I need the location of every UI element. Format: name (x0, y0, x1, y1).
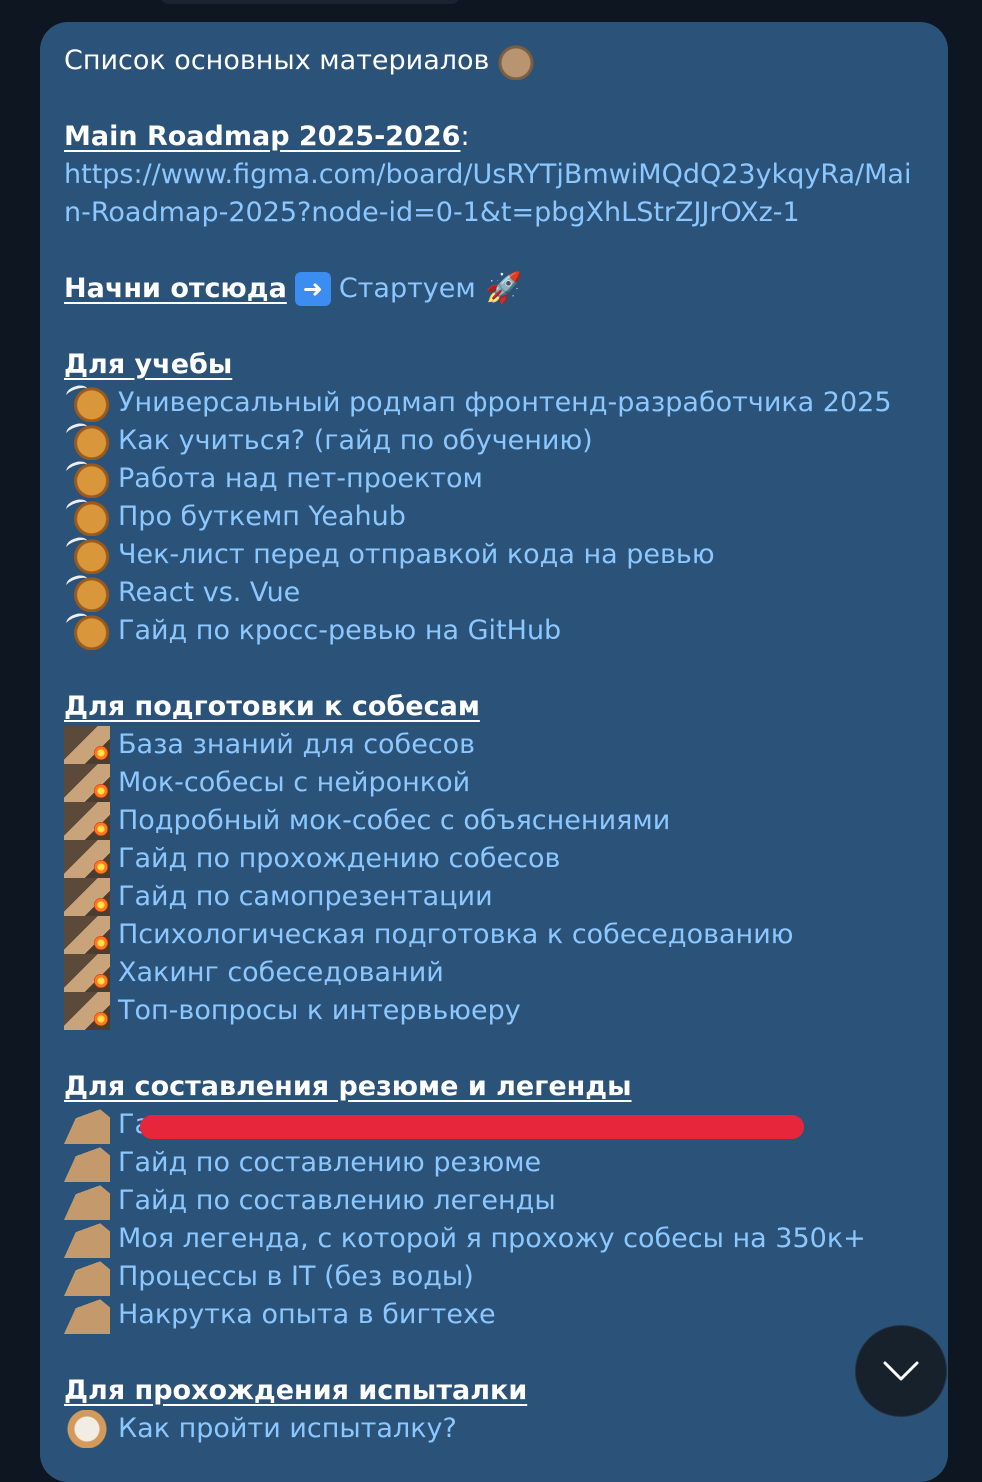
study-link[interactable]: Гайд по кросс-ревью на GitHub (118, 612, 561, 650)
resume-link[interactable]: Гайд по составлению легенды (118, 1182, 556, 1220)
interviews-link[interactable]: Хакинг собеседований (118, 954, 444, 992)
start-label: Начни отсюда (64, 273, 287, 304)
interviews-link[interactable]: Психологическая подготовка к собеседован… (118, 916, 793, 954)
study-link[interactable]: Про буткемп Yeahub (118, 498, 406, 536)
roadmap-link[interactable]: https://www.figma.com/board/UsRYTjBmwiMQ… (64, 156, 924, 232)
dog-icon (64, 536, 110, 574)
probation-heading: Для прохождения испыталки (64, 1375, 528, 1406)
dog-icon (64, 460, 110, 498)
message-bubble: Список основных материалов Main Roadmap … (40, 22, 948, 1482)
redaction-bar (140, 1115, 804, 1139)
roadmap-label: Main Roadmap 2025-2026 (64, 121, 461, 152)
interviews-link[interactable]: Мок-собесы с нейронкой (118, 764, 470, 802)
doge-bomb-icon (64, 840, 110, 878)
doge-bomb-icon (64, 878, 110, 916)
dog-profile-icon (64, 1106, 110, 1144)
study-link[interactable]: Чек-лист перед отправкой кода на ревью (118, 536, 715, 574)
resume-link[interactable]: Гайд по составлению резюме (118, 1144, 541, 1182)
study-link[interactable]: Работа над пет-проектом (118, 460, 483, 498)
dog-profile-icon (64, 1220, 110, 1258)
hamster-icon (497, 42, 536, 80)
interviews-link[interactable]: Гайд по самопрезентации (118, 878, 493, 916)
dog-icon (64, 422, 110, 460)
start-line: Начни отсюда ➜ Стартуем 🚀 (64, 270, 924, 308)
doge-bomb-icon (64, 764, 110, 802)
interviews-heading: Для подготовки к собесам (64, 691, 480, 722)
right-arrow-icon: ➜ (294, 272, 331, 306)
dog-profile-icon (64, 1258, 110, 1296)
shiba-icon (64, 1410, 110, 1448)
start-link[interactable]: Стартуем (339, 270, 476, 308)
roadmap-line: Main Roadmap 2025-2026: (64, 118, 924, 156)
doge-bomb-icon (64, 726, 110, 764)
interviews-link[interactable]: Подробный мок-собес с объяснениями (118, 802, 670, 840)
dog-icon (64, 384, 110, 422)
resume-link[interactable]: Моя легенда, с которой я прохожу собесы … (118, 1220, 866, 1258)
roadmap-colon: : (460, 121, 470, 152)
rocket-icon: 🚀 (485, 271, 523, 306)
dog-profile-icon (64, 1182, 110, 1220)
probation-link[interactable]: Как пройти испыталку? (118, 1410, 457, 1448)
doge-bomb-icon (64, 802, 110, 840)
study-link[interactable]: React vs. Vue (118, 574, 300, 612)
dog-profile-icon (64, 1144, 110, 1182)
top-pill (160, 0, 460, 4)
dog-icon (64, 574, 110, 612)
message-title: Список основных материалов (64, 45, 490, 76)
scroll-down-button[interactable] (855, 1325, 947, 1417)
interviews-link[interactable]: База знаний для собесов (118, 726, 475, 764)
dog-icon (64, 612, 110, 650)
doge-bomb-icon (64, 992, 110, 1030)
study-link[interactable]: Как учиться? (гайд по обучению) (118, 422, 593, 460)
resume-link[interactable]: Накрутка опыта в бигтехе (118, 1296, 496, 1334)
interviews-link[interactable]: Гайд по прохождению собесов (118, 840, 560, 878)
doge-bomb-icon (64, 954, 110, 992)
dog-icon (64, 498, 110, 536)
dog-profile-icon (64, 1296, 110, 1334)
message-title-line: Список основных материалов (64, 42, 924, 80)
study-link[interactable]: Универсальный родмап фронтенд-разработчи… (118, 384, 892, 422)
resume-heading: Для составления резюме и легенды (64, 1071, 632, 1102)
chevron-down-icon (883, 1361, 919, 1381)
doge-bomb-icon (64, 916, 110, 954)
study-heading: Для учебы (64, 349, 233, 380)
interviews-link[interactable]: Топ-вопросы к интервьюеру (118, 992, 521, 1030)
resume-link[interactable]: Процессы в IT (без воды) (118, 1258, 474, 1296)
